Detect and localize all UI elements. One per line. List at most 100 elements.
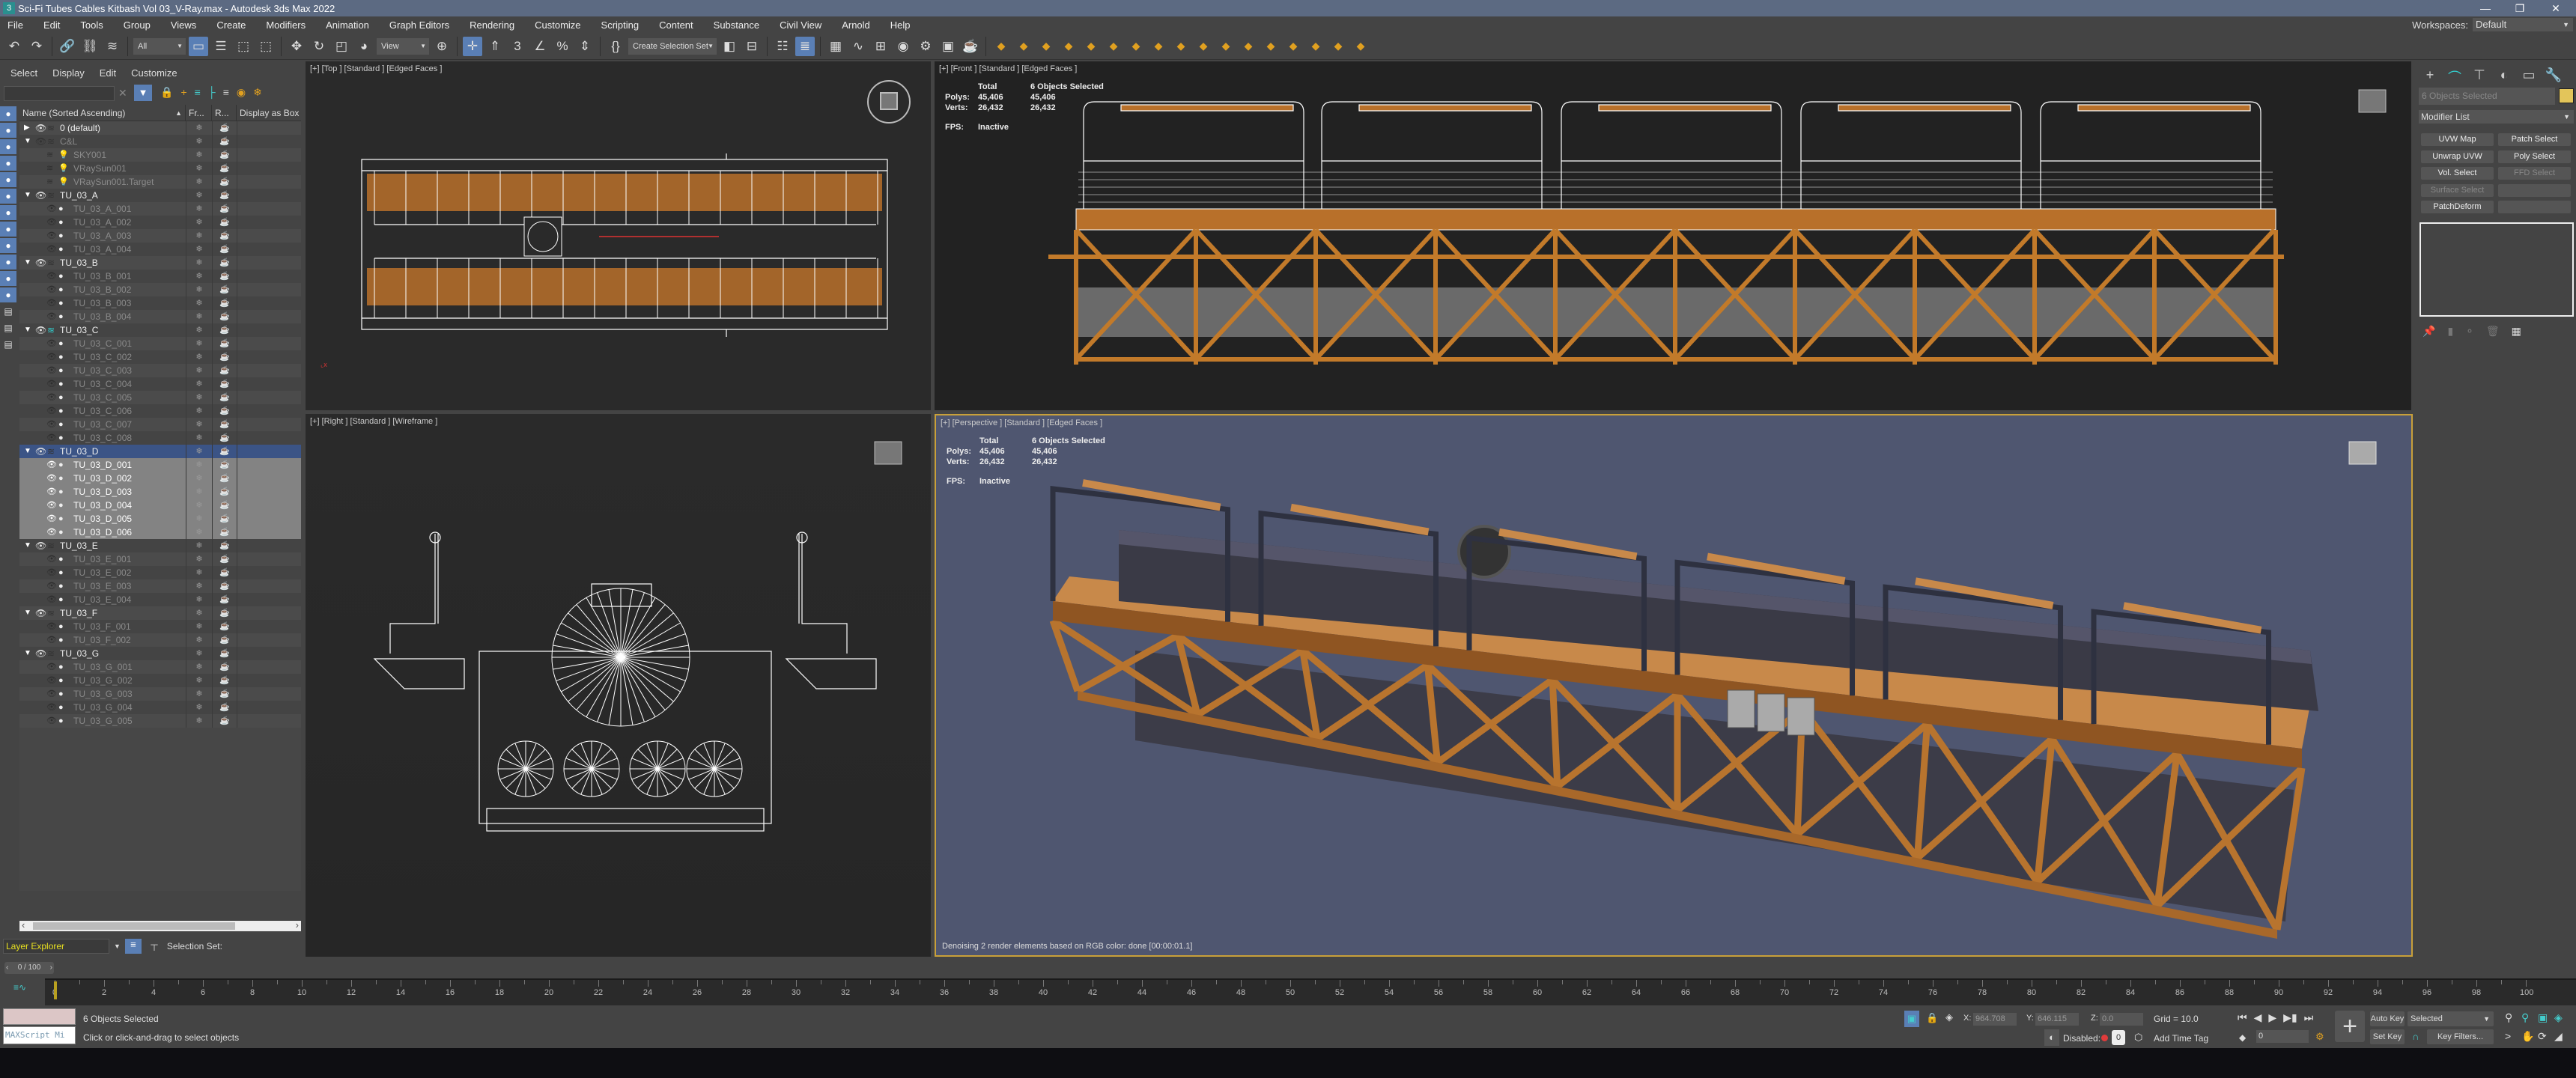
bind-spacewarp-icon[interactable]: ≋ <box>103 37 122 56</box>
object-row[interactable]: 👁 ● TU_03_B_002 ❄ ☕ <box>19 283 301 296</box>
mini-curve-editor-icon[interactable]: ≡∿ <box>13 982 26 993</box>
named-selection-dropdown[interactable]: Create Selection Set ▼ <box>628 37 717 55</box>
freeze-snowflake-icon[interactable]: ❄ <box>186 539 212 552</box>
display-as-box-cell[interactable] <box>237 579 301 593</box>
display-as-box-cell[interactable] <box>237 310 301 323</box>
freeze-snowflake-icon[interactable]: ❄ <box>186 121 212 135</box>
layer-icon[interactable]: ≋ <box>47 606 55 620</box>
rendered-frame-icon[interactable]: ▣ <box>938 37 958 56</box>
zoom-icon[interactable]: ⚲ <box>2505 1011 2521 1024</box>
display-as-box-cell[interactable] <box>237 701 301 714</box>
modifier-stack[interactable] <box>2419 222 2574 317</box>
visibility-eye-icon[interactable]: 👁 <box>46 202 57 216</box>
create-tab-icon[interactable]: + <box>2418 67 2442 87</box>
visibility-eye-icon[interactable]: 👁 <box>46 687 57 701</box>
horizontal-scrollbar[interactable]: ‹ › <box>19 919 301 931</box>
key-mode-toggle-icon[interactable]: ◆ <box>2239 1032 2246 1043</box>
set-keys-icon[interactable]: + <box>2335 1011 2365 1042</box>
menu-arnold[interactable]: Arnold <box>842 19 870 31</box>
prev-frame-icon[interactable]: ‹ <box>6 962 8 974</box>
freeze-snowflake-icon[interactable]: ❄ <box>186 243 212 256</box>
display-as-box-cell[interactable] <box>237 593 301 606</box>
collapse-arrow-icon[interactable]: ▼ <box>24 256 31 270</box>
object-row[interactable]: ≋ 💡 SKY001 ❄ ☕ <box>19 148 301 162</box>
current-frame-field[interactable]: 0 <box>2256 1030 2309 1043</box>
layer-icon[interactable]: ≋ <box>47 323 55 337</box>
filter-xrefs-icon[interactable]: ● <box>0 222 16 237</box>
menu-group[interactable]: Group <box>124 19 151 31</box>
freeze-snowflake-icon[interactable]: ❄ <box>186 175 212 189</box>
sort-by-layer-icon[interactable]: ≡ <box>124 939 142 954</box>
display-as-box-cell[interactable] <box>237 135 301 148</box>
add-time-tag-button[interactable]: Add Time Tag <box>2154 1033 2208 1044</box>
go-to-end-icon[interactable]: ⏭ <box>2304 1011 2314 1024</box>
x-coordinate-field[interactable]: 964.708 <box>1973 1013 2017 1026</box>
visibility-eye-icon[interactable]: 👁 <box>46 674 57 687</box>
freeze-snowflake-icon[interactable]: ❄ <box>186 579 212 593</box>
scroll-left-icon[interactable]: ‹ <box>22 919 25 931</box>
freeze-snowflake-icon[interactable]: ❄ <box>186 296 212 310</box>
display-as-box-cell[interactable] <box>237 189 301 202</box>
object-row[interactable]: 👁 ● TU_03_A_002 ❄ ☕ <box>19 216 301 229</box>
configure-modifier-sets-icon[interactable]: ▦ <box>2512 325 2521 338</box>
renderable-teapot-icon[interactable]: ☕ <box>212 633 237 647</box>
renderable-teapot-icon[interactable]: ☕ <box>212 606 237 620</box>
explorer-menu-customize[interactable]: Customize <box>131 67 177 79</box>
vray-lister-icon[interactable]: ◆ <box>1104 37 1123 56</box>
freeze-snowflake-icon[interactable]: ❄ <box>186 633 212 647</box>
select-manipulate-icon[interactable]: ✛ <box>463 36 482 56</box>
explorer-menu-select[interactable]: Select <box>10 67 37 79</box>
hierarchy-icon[interactable]: ├ <box>208 86 216 99</box>
menu-rendering[interactable]: Rendering <box>470 19 514 31</box>
utilities-tab-icon[interactable]: 🔧 <box>2542 67 2566 87</box>
collapse-arrow-icon[interactable]: ▼ <box>24 539 31 552</box>
renderable-teapot-icon[interactable]: ☕ <box>212 701 237 714</box>
current-frame-marker[interactable] <box>54 981 57 999</box>
display-as-box-cell[interactable] <box>237 175 301 189</box>
freeze-snowflake-icon[interactable]: ❄ <box>186 593 212 606</box>
renderable-teapot-icon[interactable]: ☕ <box>212 485 237 499</box>
scene-explorer-icon[interactable]: ☷ <box>773 37 792 56</box>
menu-graph-editors[interactable]: Graph Editors <box>389 19 449 31</box>
sort-by-hierarchy-icon[interactable]: ┬ <box>146 939 162 954</box>
material-editor-icon[interactable]: ◉ <box>893 37 913 56</box>
layer-icon[interactable]: ≋ <box>47 121 55 135</box>
renderable-teapot-icon[interactable]: ☕ <box>212 310 237 323</box>
visibility-eye-icon[interactable]: 👁 <box>35 445 46 458</box>
renderable-teapot-icon[interactable]: ☕ <box>212 175 237 189</box>
display-as-box-cell[interactable] <box>237 714 301 728</box>
freeze-snowflake-icon[interactable]: ❄ <box>186 485 212 499</box>
previous-frame-icon[interactable]: ◀ <box>2254 1011 2262 1024</box>
menu-animation[interactable]: Animation <box>326 19 369 31</box>
filter-frozen-icon[interactable]: ● <box>0 287 16 302</box>
filter-containers-icon[interactable]: ● <box>0 255 16 270</box>
minimize-button[interactable]: — <box>2468 0 2503 16</box>
visibility-eye-icon[interactable]: 👁 <box>46 485 57 499</box>
z-coordinate-field[interactable]: 0.0 <box>2100 1013 2143 1026</box>
show-end-result-icon[interactable]: ▮ <box>2447 325 2453 338</box>
vray-cam-icon[interactable]: ◆ <box>1059 37 1078 56</box>
vray-light-icon[interactable]: ◆ <box>1014 37 1033 56</box>
placement-icon[interactable]: ◕ <box>354 37 374 56</box>
collapse-arrow-icon[interactable]: ▼ <box>24 445 31 458</box>
collapse-arrow-icon[interactable]: ▼ <box>24 323 31 337</box>
workspaces-dropdown[interactable]: Default ▼ <box>2473 18 2573 31</box>
vray-mat-icon[interactable]: ◆ <box>1149 37 1168 56</box>
display-as-box-cell[interactable] <box>237 472 301 485</box>
display-as-box-cell[interactable] <box>237 229 301 243</box>
modifier-button-patchdeform[interactable]: PatchDeform <box>2421 201 2494 213</box>
time-tag-counter[interactable]: 0 <box>2112 1030 2125 1045</box>
explorer-menu-edit[interactable]: Edit <box>100 67 116 79</box>
visibility-eye-icon[interactable]: 👁 <box>35 189 46 202</box>
visibility-eye-icon[interactable]: 👁 <box>46 499 57 512</box>
freeze-snowflake-icon[interactable]: ❄ <box>186 350 212 364</box>
collapse-arrow-icon[interactable]: ▼ <box>24 189 31 202</box>
visibility-eye-icon[interactable]: 👁 <box>46 229 57 243</box>
layer-icon[interactable]: ≋ <box>47 539 55 552</box>
rotate-icon[interactable]: ↻ <box>309 37 329 56</box>
pin-stack-icon[interactable]: 📌 <box>2422 325 2435 338</box>
visibility-eye-icon[interactable]: 👁 <box>46 270 57 283</box>
freeze-snowflake-icon[interactable]: ❄ <box>186 256 212 270</box>
zoom-extents-icon[interactable]: ▣ <box>2538 1011 2554 1024</box>
renderable-teapot-icon[interactable]: ☕ <box>212 202 237 216</box>
